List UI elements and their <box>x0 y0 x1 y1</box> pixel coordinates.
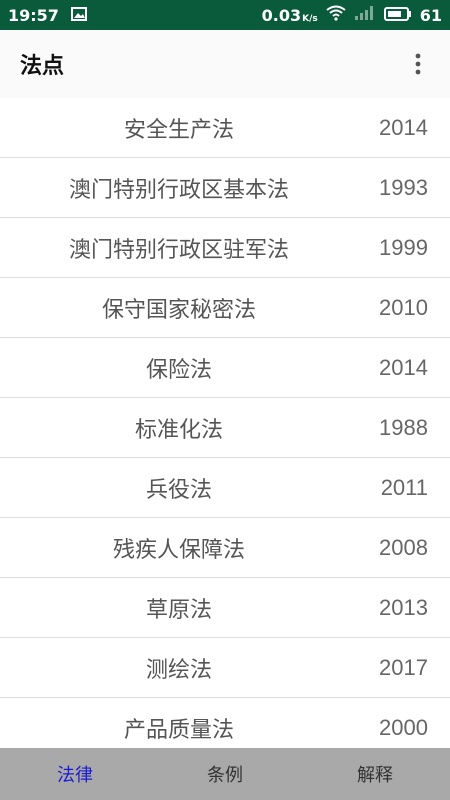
law-name: 产品质量法 <box>123 717 234 743</box>
list-item[interactable]: 澳门特别行政区基本法 1993 <box>0 158 450 218</box>
law-name: 保守国家秘密法 <box>101 297 256 323</box>
tab-interpretations[interactable]: 解释 <box>300 761 450 787</box>
list-item[interactable]: 澳门特别行政区驻军法 1999 <box>0 218 450 278</box>
signal-icon <box>354 5 376 25</box>
law-year: 2010 <box>379 294 428 320</box>
list-item[interactable]: 安全生产法 2014 <box>0 98 450 158</box>
law-year: 2000 <box>379 714 428 740</box>
law-year: 2008 <box>379 534 428 560</box>
list-item[interactable]: 测绘法 2017 <box>0 638 450 698</box>
law-name: 草原法 <box>145 597 212 623</box>
list-item[interactable]: 残疾人保障法 2008 <box>0 518 450 578</box>
page-title: 法点 <box>20 54 65 79</box>
law-year: 1999 <box>379 234 428 260</box>
law-list[interactable]: 安全生产法 2014 澳门特别行政区基本法 1993 澳门特别行政区驻军法 19… <box>0 98 450 748</box>
status-left: 19:57 <box>8 6 87 25</box>
list-item[interactable]: 保守国家秘密法 2010 <box>0 278 450 338</box>
bottom-nav: 法律 条例 解释 <box>0 748 450 800</box>
wifi-icon <box>326 5 346 25</box>
image-notification-icon <box>70 6 87 25</box>
list-item[interactable]: 兵役法 2011 <box>0 458 450 518</box>
net-speed: 0.03K/s <box>262 6 318 25</box>
law-name: 兵役法 <box>145 477 212 503</box>
law-name: 保险法 <box>145 357 212 383</box>
net-speed-value: 0.03 <box>261 5 302 25</box>
law-year: 2014 <box>379 114 428 140</box>
app-bar: 法点 <box>0 30 450 98</box>
law-year: 2013 <box>379 594 428 620</box>
law-name: 安全生产法 <box>123 117 234 143</box>
app-screen: 19:57 0.03K/s 61 法点 安全生产法 2014 澳门特别行政区基本… <box>0 0 450 800</box>
more-vert-icon <box>415 53 421 75</box>
law-name: 澳门特别行政区驻军法 <box>68 237 289 263</box>
tab-regulations[interactable]: 条例 <box>150 761 300 787</box>
battery-icon <box>383 6 412 25</box>
status-right: 0.03K/s 61 <box>262 5 442 25</box>
law-name: 澳门特别行政区基本法 <box>68 177 289 203</box>
list-item[interactable]: 产品质量法 2000 <box>0 698 450 748</box>
law-name: 残疾人保障法 <box>112 537 245 563</box>
list-item[interactable]: 保险法 2014 <box>0 338 450 398</box>
law-year: 2014 <box>379 354 428 380</box>
law-year: 2017 <box>379 654 428 680</box>
law-year: 2011 <box>380 474 428 500</box>
status-time: 19:57 <box>8 5 59 25</box>
law-name: 测绘法 <box>145 657 212 683</box>
status-bar: 19:57 0.03K/s 61 <box>0 0 450 30</box>
law-year: 1993 <box>379 174 428 200</box>
battery-level: 61 <box>419 5 442 25</box>
law-year: 1988 <box>379 414 428 440</box>
list-item[interactable]: 标准化法 1988 <box>0 398 450 458</box>
net-speed-unit: K/s <box>302 13 318 24</box>
tab-laws[interactable]: 法律 <box>0 761 150 787</box>
list-item[interactable]: 草原法 2013 <box>0 578 450 638</box>
overflow-menu-button[interactable] <box>406 44 430 84</box>
law-name: 标准化法 <box>134 417 223 443</box>
